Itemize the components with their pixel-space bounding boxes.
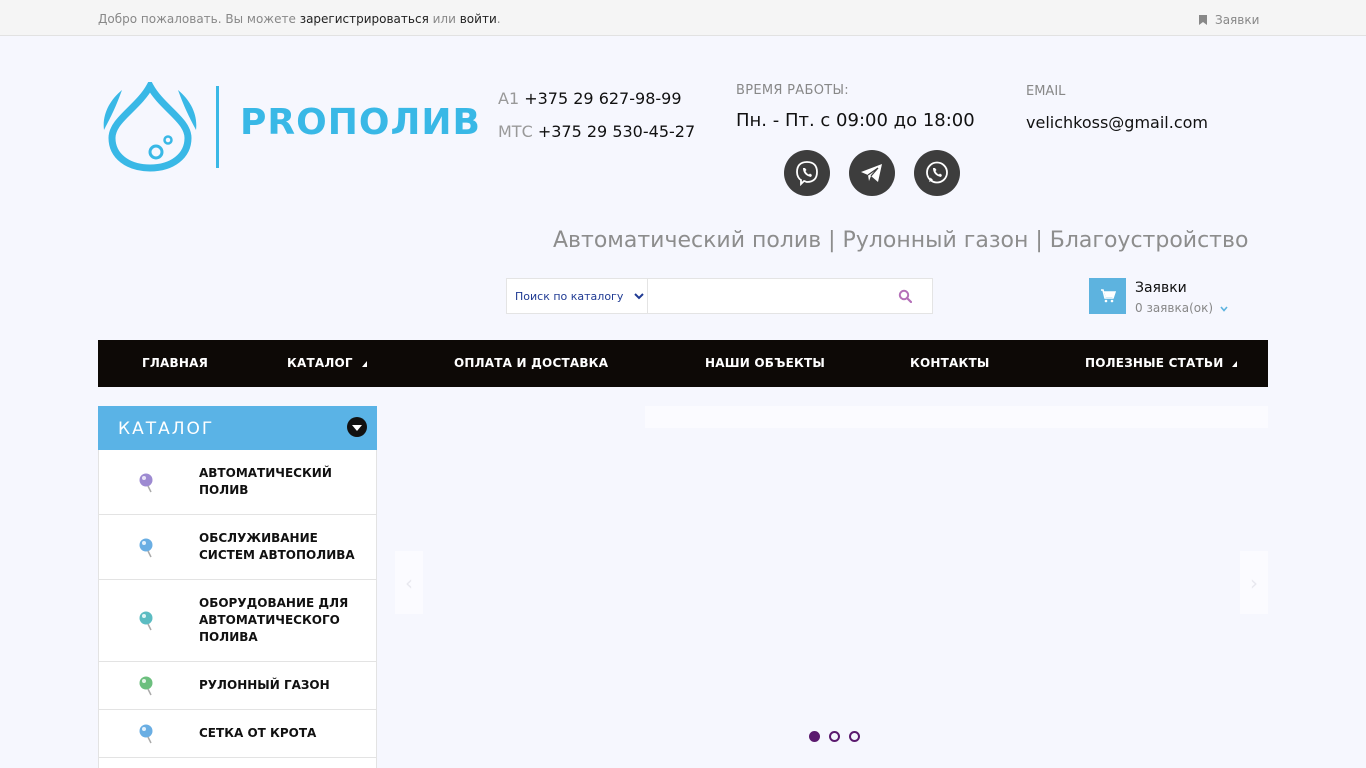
slide-image	[645, 406, 1268, 428]
chevron-down-icon	[1220, 305, 1228, 312]
register-link[interactable]: зарегистрироваться	[300, 12, 429, 26]
main-nav: ГЛАВНАЯ КАТАЛОГ ОПЛАТА И ДОСТАВКА НАШИ О…	[98, 340, 1268, 387]
catalog-item-service[interactable]: ОБСЛУЖИВАНИЕ СИСТЕМ АВТОПОЛИВА	[98, 515, 377, 580]
nav-item-our-objects[interactable]: НАШИ ОБЪЕКТЫ	[705, 356, 825, 370]
cart-count: 0 заявка(ок)	[1135, 301, 1228, 315]
catalog-item-more[interactable]	[98, 758, 377, 768]
catalog-header[interactable]: КАТАЛОГ	[98, 406, 377, 450]
catalog-item-label: ОБСЛУЖИВАНИЕ СИСТЕМ АВТОПОЛИВА	[199, 531, 355, 562]
email-block: EMAIL velichkoss@gmail.com	[1026, 84, 1208, 132]
search-bar: Поиск по каталогу	[506, 278, 933, 314]
lollipop-icon	[139, 473, 153, 493]
logo-text: PROПОЛИВ	[240, 102, 481, 143]
login-link[interactable]: войти	[460, 12, 497, 26]
slider-prev-button[interactable]: ‹	[395, 551, 423, 614]
catalog-item-label: ОБОРУДОВАНИЕ ДЛЯ АВТОМАТИЧЕСКОГО ПОЛИВА	[199, 596, 349, 644]
slider-next-button[interactable]: ›	[1240, 551, 1268, 614]
slider-dot-2[interactable]	[829, 731, 840, 742]
catalog-toggle-icon[interactable]	[347, 417, 367, 437]
nav-item-payment-delivery[interactable]: ОПЛАТА И ДОСТАВКА	[454, 356, 608, 370]
telegram-glyph	[861, 164, 882, 182]
working-hours: Время работы: Пн. - Пт. с 09:00 до 18:00	[736, 83, 975, 131]
top-orders-link[interactable]: Заявки	[1199, 13, 1259, 27]
chevron-left-icon: ‹	[405, 570, 413, 595]
search-icon	[898, 289, 912, 303]
top-orders-label: Заявки	[1215, 13, 1260, 27]
cart-icon	[1089, 278, 1126, 314]
catalog-item-equipment[interactable]: ОБОРУДОВАНИЕ ДЛЯ АВТОМАТИЧЕСКОГО ПОЛИВА	[98, 580, 377, 662]
catalog-item-rolled-lawn[interactable]: РУЛОННЫЙ ГАЗОН	[98, 662, 377, 710]
lollipop-icon	[139, 676, 153, 696]
telegram-icon[interactable]	[849, 150, 895, 196]
phone-list: A1 +375 29 627-98-99 МТС +375 29 530-45-…	[498, 82, 695, 148]
chevron-right-icon: ›	[1250, 570, 1258, 595]
phone-a1[interactable]: A1 +375 29 627-98-99	[498, 82, 695, 115]
catalog-item-label: СЕТКА ОТ КРОТА	[199, 726, 317, 740]
search-input[interactable]	[648, 279, 878, 313]
email-label: EMAIL	[1026, 84, 1066, 99]
phone-mts[interactable]: МТС +375 29 530-45-27	[498, 115, 695, 148]
lollipop-icon	[139, 538, 153, 558]
bookmark-icon	[1199, 15, 1207, 25]
slider-dot-3[interactable]	[849, 731, 860, 742]
cart-title: Заявки	[1135, 280, 1187, 296]
nav-item-label: НАШИ ОБЪЕКТЫ	[705, 356, 826, 370]
dropdown-caret-icon	[1232, 360, 1238, 367]
whatsapp-icon[interactable]	[914, 150, 960, 196]
welcome-text: Добро пожаловать. Вы можете зарегистриро…	[98, 12, 501, 26]
nav-item-label: ПОЛЕЗНЫЕ СТАТЬИ	[1085, 356, 1224, 370]
viber-glyph	[796, 161, 818, 187]
viber-icon[interactable]	[784, 150, 830, 196]
lollipop-icon	[139, 724, 153, 744]
dropdown-caret-icon	[361, 360, 367, 367]
catalog-item-mole-net[interactable]: СЕТКА ОТ КРОТА	[98, 710, 377, 758]
nav-item-catalog[interactable]: КАТАЛОГ	[287, 356, 367, 370]
nav-item-label: КАТАЛОГ	[287, 356, 353, 370]
site-tagline: Автоматический полив | Рулонный газон | …	[553, 228, 1249, 253]
nav-item-label: ГЛАВНАЯ	[142, 356, 209, 370]
top-bar: Добро пожаловать. Вы можете зарегистриро…	[0, 0, 1366, 36]
catalog-item-label: РУЛОННЫЙ ГАЗОН	[199, 678, 330, 692]
phone-number: +375 29 530-45-27	[537, 122, 696, 141]
hero-slider: ‹ ›	[395, 406, 1268, 768]
nav-item-label: ОПЛАТА И ДОСТАВКА	[454, 356, 609, 370]
hours-label: Время работы:	[736, 83, 849, 98]
catalog-item-label: АВТОМАТИЧЕСКИЙ ПОЛИВ	[199, 466, 332, 497]
search-button[interactable]	[878, 279, 932, 313]
nav-item-articles[interactable]: ПОЛЕЗНЫЕ СТАТЬИ	[1085, 356, 1238, 370]
phone-operator: A1	[498, 89, 520, 108]
nav-item-contacts[interactable]: КОНТАКТЫ	[910, 356, 990, 370]
cart-count-text: 0 заявка(ок)	[1135, 301, 1214, 315]
phone-operator: МТС	[498, 122, 533, 141]
catalog-item-auto-watering[interactable]: АВТОМАТИЧЕСКИЙ ПОЛИВ	[98, 450, 377, 515]
welcome-period: .	[496, 12, 501, 26]
catalog-sidebar: КАТАЛОГ АВТОМАТИЧЕСКИЙ ПОЛИВ ОБСЛУЖИВАНИ…	[98, 406, 377, 768]
welcome-prefix: Добро пожаловать. Вы можете	[98, 12, 296, 26]
site-logo[interactable]: PROПОЛИВ	[100, 78, 486, 172]
lollipop-icon	[139, 611, 153, 631]
phone-number: +375 29 627-98-99	[524, 89, 682, 108]
welcome-or: или	[432, 12, 456, 26]
slider-dot-1[interactable]	[809, 731, 820, 742]
email-value[interactable]: velichkoss@gmail.com	[1026, 113, 1208, 132]
search-category-select[interactable]: Поиск по каталогу	[507, 279, 648, 313]
whatsapp-glyph	[926, 161, 948, 184]
nav-item-label: КОНТАКТЫ	[910, 356, 990, 370]
hours-value: Пн. - Пт. с 09:00 до 18:00	[736, 110, 975, 131]
orders-cart[interactable]: Заявки 0 заявка(ок)	[1089, 278, 1228, 315]
catalog-title: КАТАЛОГ	[118, 419, 215, 439]
nav-item-home[interactable]: ГЛАВНАЯ	[142, 356, 208, 370]
